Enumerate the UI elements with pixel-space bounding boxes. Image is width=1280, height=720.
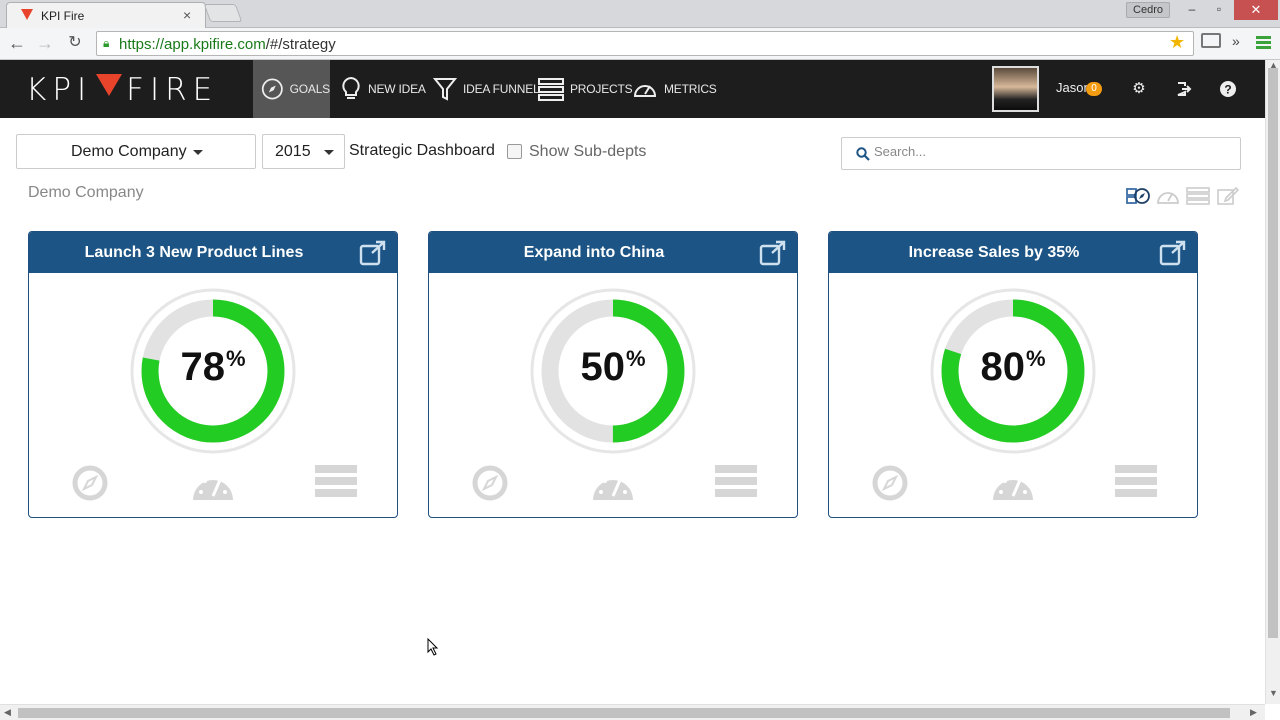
user-avatar[interactable]	[992, 66, 1039, 112]
kpifire-favicon-icon	[21, 9, 33, 20]
scroll-right-icon[interactable]: ▶	[1250, 707, 1257, 718]
lock-icon: 🔒︎	[103, 36, 110, 50]
settings-gear-icon[interactable]: ⚙	[1130, 80, 1148, 98]
vertical-scrollbar[interactable]: ▲ ▼	[1265, 60, 1280, 704]
search-icon	[856, 147, 870, 161]
nav-projects[interactable]: PROJECTS	[538, 60, 633, 118]
strategy-view-icon[interactable]	[1126, 186, 1150, 206]
maximize-button[interactable]: ▫	[1207, 2, 1231, 16]
scroll-left-icon[interactable]: ◀	[4, 707, 11, 718]
browser-tab[interactable]: KPI Fire ×	[6, 2, 206, 28]
projects-list-icon[interactable]	[1114, 464, 1158, 498]
kpifire-logo[interactable]: KPI FIRE	[26, 72, 218, 108]
scroll-down-icon[interactable]: ▼	[1269, 688, 1278, 698]
compass-icon[interactable]	[71, 464, 109, 502]
goal-card[interactable]: Increase Sales by 35% 80%	[828, 231, 1198, 518]
back-arrow-icon[interactable]: ←	[6, 33, 28, 53]
profile-badge[interactable]: Cedro	[1126, 2, 1170, 18]
browser-menu-icon[interactable]	[1256, 36, 1271, 50]
nav-idea-funnel[interactable]: IDEA FUNNEL	[433, 60, 540, 118]
minimize-button[interactable]: –	[1180, 2, 1204, 16]
url-text: https://app.kpifire.com/#/strategy	[119, 36, 336, 53]
nav-metrics[interactable]: METRICS	[632, 60, 717, 118]
browser-toolbar: ← → ↻ 🔒︎ https://app.kpifire.com/#/strat…	[0, 28, 1280, 60]
speedometer-icon[interactable]	[591, 468, 635, 502]
url-bar[interactable]: 🔒︎ https://app.kpifire.com/#/strategy ★	[96, 31, 1194, 56]
speedometer-icon	[633, 85, 657, 97]
extensions-overflow-icon[interactable]: »	[1232, 33, 1240, 49]
reload-icon[interactable]: ↻	[64, 33, 86, 53]
list-view-icon[interactable]	[1186, 186, 1210, 206]
show-subdepts-checkbox[interactable]	[507, 144, 522, 159]
card-header: Launch 3 New Product Lines	[29, 232, 397, 273]
compass-icon	[261, 78, 283, 100]
bookmark-star-icon[interactable]: ★	[1169, 32, 1185, 53]
notification-badge[interactable]: 0	[1086, 82, 1102, 96]
chevron-down-icon	[324, 150, 334, 155]
edit-icon[interactable]	[1216, 186, 1240, 206]
tab-title: KPI Fire	[41, 9, 85, 23]
projects-list-icon[interactable]	[314, 464, 358, 498]
company-heading: Demo Company	[28, 184, 144, 201]
show-subdepts-label[interactable]: Show Sub-depts	[529, 143, 646, 161]
close-window-button[interactable]: ✕	[1234, 0, 1278, 20]
progress-percent: 50%	[580, 345, 646, 389]
card-title: Increase Sales by 35%	[908, 244, 1080, 261]
card-header: Increase Sales by 35%	[829, 232, 1197, 273]
goal-card[interactable]: Launch 3 New Product Lines 78%	[28, 231, 398, 518]
compass-icon[interactable]	[871, 464, 909, 502]
view-switcher	[1126, 186, 1240, 206]
svg-text:?: ?	[1224, 83, 1231, 97]
projects-icon	[538, 78, 564, 101]
new-tab-button[interactable]	[203, 4, 243, 22]
cast-icon[interactable]	[1201, 33, 1221, 48]
search-box[interactable]	[841, 137, 1241, 170]
mouse-cursor-icon	[427, 638, 439, 656]
card-header: Expand into China	[429, 232, 797, 273]
logout-icon[interactable]	[1175, 80, 1193, 98]
horizontal-scrollbar[interactable]: ◀ ▶	[0, 704, 1265, 720]
forward-arrow-icon[interactable]: →	[34, 33, 56, 53]
external-link-icon[interactable]	[359, 240, 387, 266]
external-link-icon[interactable]	[1159, 240, 1187, 266]
speedometer-icon[interactable]	[991, 468, 1035, 502]
goal-card[interactable]: Expand into China 50%	[428, 231, 798, 518]
tab-close-icon[interactable]: ×	[183, 7, 191, 23]
flame-icon	[96, 74, 123, 96]
compass-icon[interactable]	[471, 464, 509, 502]
nav-new-idea[interactable]: NEW IDEA	[340, 60, 426, 118]
chevron-down-icon	[193, 150, 203, 155]
external-link-icon[interactable]	[759, 240, 787, 266]
card-title: Expand into China	[523, 244, 665, 261]
dashboard-title: Strategic Dashboard	[349, 142, 495, 159]
search-input[interactable]	[874, 144, 1224, 159]
card-title: Launch 3 New Product Lines	[84, 244, 304, 261]
progress-percent: 80%	[980, 345, 1046, 389]
projects-list-icon[interactable]	[714, 464, 758, 498]
progress-percent: 78%	[180, 345, 246, 389]
company-select[interactable]: Demo Company	[16, 134, 256, 169]
metrics-view-icon[interactable]	[1156, 186, 1180, 206]
help-icon[interactable]: ?	[1219, 80, 1237, 98]
browser-tab-bar: KPI Fire × Cedro – ▫ ✕	[0, 0, 1280, 28]
funnel-icon	[433, 78, 457, 101]
scrollbar-thumb[interactable]	[1268, 68, 1278, 638]
speedometer-icon[interactable]	[191, 468, 235, 502]
scrollbar-thumb[interactable]	[18, 708, 1230, 718]
lightbulb-icon	[342, 76, 360, 99]
nav-goals[interactable]: GOALS	[253, 60, 330, 118]
year-select[interactable]: 2015	[262, 134, 345, 169]
